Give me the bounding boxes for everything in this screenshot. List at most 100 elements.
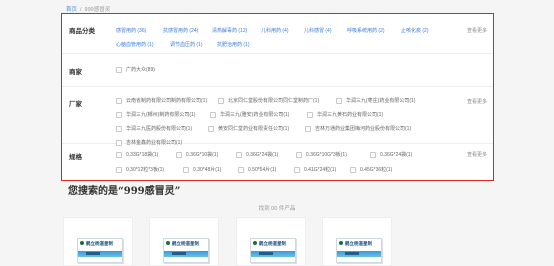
checkbox[interactable] (238, 166, 244, 173)
manufacturer-option[interactable]: 华润三九黄石药业有限公司(1) (307, 111, 383, 118)
manufacturer-option-label: 华润三九(郴州)制药有限公司(1) (126, 112, 196, 118)
filter-label-merchant: 商家 (69, 68, 82, 76)
filter-label-manufacturer: 厂家 (69, 100, 82, 108)
manufacturer-option[interactable]: 北京同仁堂股份有限公司同仁堂制药厂(1) (218, 97, 319, 104)
checkbox[interactable] (116, 97, 122, 104)
product-brand: 鹤立杨道星制 (172, 242, 199, 247)
spec-more-link[interactable]: 查看更多 (467, 151, 487, 158)
product-box-label (259, 252, 273, 255)
product-card[interactable]: 鹤立杨道星制 (322, 217, 392, 266)
spec-option-label: 0.45G*36粒(1) (360, 167, 393, 173)
manufacturer-more-link[interactable]: 查看更多 (467, 98, 487, 105)
product-card[interactable]: 鹤立杨道星制 (63, 217, 133, 266)
spec-option[interactable]: 0.36G*24袋(1) (370, 151, 412, 158)
filter-label-spec: 规格 (69, 153, 82, 161)
filter-row-spec: 规格 查看更多 0.33G*18袋(1) 0.36G*10袋(1) 0.36G*… (62, 144, 493, 181)
search-result-title: 您搜索的是“999感冒灵” (68, 186, 181, 197)
checkbox[interactable] (218, 97, 224, 104)
manufacturer-option[interactable]: 华润三九(枣庄)药业有限公司(1) (336, 97, 415, 104)
checkbox[interactable] (183, 166, 189, 173)
product-box-stripe (337, 251, 381, 257)
product-brand: 鹤立杨道星制 (259, 242, 286, 247)
spec-option-label: 0.30*12粒*3板(1) (126, 167, 165, 173)
category-link[interactable]: 心脑血管用药 (1) (116, 41, 154, 48)
product-box-stripe (251, 251, 295, 257)
manufacturer-option[interactable]: 华润三九(郴州)制药有限公司(1) (116, 111, 195, 118)
spec-option[interactable]: 0.36G*10G*3板(1) (296, 151, 347, 158)
merchant-option-label: 广药大众(89) (126, 67, 155, 73)
breadcrumb: 首页/999感冒灵 (66, 5, 110, 13)
category-link[interactable]: 呼吸系统用药 (2) (347, 27, 385, 34)
product-image[interactable]: 鹤立杨道星制 (250, 238, 296, 263)
manufacturer-option[interactable]: 华润三九(雅安)药业有限公司(1) (210, 111, 289, 118)
checkbox[interactable] (210, 111, 216, 118)
product-image[interactable]: 鹤立杨道星制 (77, 238, 123, 263)
checkbox[interactable] (116, 166, 122, 173)
product-image[interactable]: 鹤立杨道星制 (163, 238, 209, 263)
spec-option[interactable]: 0.36G*10袋(1) (176, 151, 218, 158)
checkbox[interactable] (350, 166, 356, 173)
manufacturer-option-label: 吉林万通药业集团梅河药业股份有限公司(1) (315, 126, 412, 132)
category-link[interactable]: 儿科感冒 (4) (304, 27, 332, 34)
category-link[interactable]: 调节血压药 (1) (170, 41, 203, 48)
checkbox[interactable] (336, 97, 342, 104)
spec-option-label: 0.36G*10G*3板(1) (306, 152, 347, 158)
checkbox[interactable] (307, 111, 313, 118)
product-box-label (345, 252, 359, 255)
category-link[interactable]: 清热解毒药 (12) (212, 27, 247, 34)
brand-logo-icon (339, 241, 343, 245)
category-link[interactable]: 感冒用药 (36) (116, 27, 146, 34)
product-box-stripe (78, 251, 122, 257)
product-brand: 鹤立杨道星制 (345, 242, 372, 247)
result-count: 找到 00 件产品 (258, 206, 296, 212)
manufacturer-option[interactable]: 云南省制药有限公司制药有限公司(1) (116, 97, 207, 104)
product-box-label (86, 252, 100, 255)
brand-logo-icon (80, 241, 84, 245)
spec-option-label: 0.36G*10袋(1) (186, 152, 219, 158)
manufacturer-option-label: 黄安同仁堂药业有限责任公司(1) (218, 126, 290, 132)
checkbox[interactable] (208, 125, 214, 132)
product-card[interactable]: 鹤立杨道星制 (149, 217, 219, 266)
spec-option-label: 0.36G*24袋(1) (380, 152, 413, 158)
manufacturer-option[interactable]: 吉林万通药业集团梅河药业股份有限公司(1) (305, 125, 411, 132)
checkbox[interactable] (370, 151, 376, 158)
checkbox[interactable] (236, 151, 242, 158)
manufacturer-option-label: 华润三九(雅安)药业有限公司(1) (220, 112, 290, 118)
spec-option[interactable]: 0.33G*18袋(1) (116, 151, 158, 158)
checkbox[interactable] (116, 66, 122, 73)
merchant-option[interactable]: 广药大众(89) (116, 66, 155, 73)
product-box-label (172, 252, 186, 255)
spec-option[interactable]: 0.41G*24粒(1) (294, 166, 336, 173)
product-card[interactable]: 鹤立杨道星制 (236, 217, 306, 266)
manufacturer-option[interactable]: 华润三九医药股份有限公司(1) (116, 125, 192, 132)
spec-option[interactable]: 0.50*54片(1) (238, 166, 276, 173)
product-brand: 鹤立杨道星制 (86, 242, 113, 247)
checkbox[interactable] (116, 125, 122, 132)
category-link[interactable]: 抗肥治用药 (1) (217, 41, 250, 48)
checkbox[interactable] (116, 151, 122, 158)
filter-label-category: 商品分类 (69, 27, 95, 35)
checkbox[interactable] (116, 111, 122, 118)
category-link[interactable]: 抗感冒用药 (24) (163, 27, 198, 34)
filter-row-category: 商品分类 感冒用药 (36) 抗感冒用药 (24) 清热解毒药 (12) 儿科用… (62, 14, 493, 54)
checkbox[interactable] (296, 151, 302, 158)
manufacturer-option-label: 华润三九黄石药业有限公司(1) (317, 112, 384, 118)
manufacturer-option-label: 北京同仁堂股份有限公司同仁堂制药厂(1) (228, 98, 320, 104)
checkbox[interactable] (176, 151, 182, 158)
checkbox[interactable] (305, 125, 311, 132)
spec-option[interactable]: 0.36G*24袋(1) (236, 151, 278, 158)
manufacturer-option[interactable]: 黄安同仁堂药业有限责任公司(1) (208, 125, 289, 132)
product-box-stripe (164, 251, 208, 257)
category-link[interactable]: 止咳化痰 (2) (401, 27, 429, 34)
spec-option-label: 0.50*54片(1) (248, 167, 277, 173)
product-image[interactable]: 鹤立杨道星制 (336, 238, 382, 263)
spec-option[interactable]: 0.30*48片(1) (183, 166, 221, 173)
spec-option-label: 0.41G*24粒(1) (304, 167, 337, 173)
spec-option[interactable]: 0.45G*36粒(1) (350, 166, 392, 173)
category-more-link[interactable]: 查看更多 (467, 27, 487, 34)
spec-option[interactable]: 0.30*12粒*3板(1) (116, 166, 164, 173)
spec-option-label: 0.33G*18袋(1) (126, 152, 159, 158)
category-link[interactable]: 儿科用药 (4) (261, 27, 289, 34)
manufacturer-option-label: 华润三九(枣庄)药业有限公司(1) (346, 98, 416, 104)
checkbox[interactable] (294, 166, 300, 173)
